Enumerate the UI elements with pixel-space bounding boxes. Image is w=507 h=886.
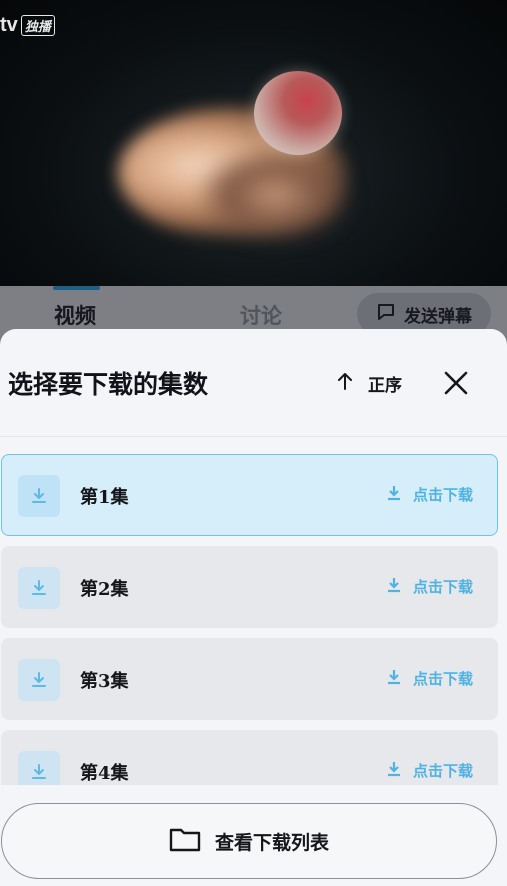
download-sheet: 选择要下载的集数 正序 第1集 点击下载 第2集 点击下载 第3集 点击下载 第…	[0, 329, 507, 886]
sort-order-label: 正序	[368, 375, 402, 396]
view-download-list-button[interactable]: 查看下载列表	[1, 803, 497, 879]
download-icon	[387, 485, 401, 505]
download-icon	[18, 475, 60, 517]
video-cloud-shadow	[200, 150, 350, 240]
sheet-title: 选择要下载的集数	[8, 370, 209, 399]
download-icon	[18, 567, 60, 609]
arrow-up-icon	[336, 371, 354, 396]
tab-video[interactable]: 视频	[54, 300, 96, 330]
tab-indicator	[53, 286, 100, 290]
download-icon	[387, 669, 401, 689]
download-icon	[18, 751, 60, 785]
sort-order-button[interactable]: 正序	[336, 369, 402, 397]
send-danmu-label: 发送弹幕	[404, 306, 472, 327]
episode-label: 第1集	[80, 487, 129, 508]
sheet-footer: 查看下载列表	[0, 785, 507, 886]
download-label: 点击下载	[412, 762, 473, 780]
sheet-header: 选择要下载的集数 正序	[0, 329, 507, 437]
view-download-list-label: 查看下载列表	[214, 831, 329, 854]
channel-watermark: tv 独播	[0, 14, 55, 37]
download-label: 点击下载	[412, 670, 473, 688]
episode-label: 第3集	[80, 671, 129, 692]
download-label: 点击下载	[412, 486, 473, 504]
folder-icon	[169, 826, 201, 857]
episode-list[interactable]: 第1集 点击下载 第2集 点击下载 第3集 点击下载 第4集 点击下载	[0, 454, 507, 785]
tab-discuss[interactable]: 讨论	[240, 300, 282, 330]
episode-label: 第2集	[80, 579, 129, 600]
chat-bubble-icon	[376, 302, 396, 327]
episode-item[interactable]: 第3集 点击下载	[1, 638, 498, 720]
episode-item[interactable]: 第2集 点击下载	[1, 546, 498, 628]
close-icon[interactable]	[442, 369, 470, 397]
episode-item[interactable]: 第4集 点击下载	[1, 730, 498, 785]
watermark-tag: 独播	[20, 15, 55, 36]
download-icon	[387, 761, 401, 781]
episode-download-button[interactable]: 点击下载	[387, 668, 473, 689]
download-label: 点击下载	[412, 578, 473, 596]
episode-label: 第4集	[80, 763, 129, 784]
download-icon	[387, 577, 401, 597]
episode-item[interactable]: 第1集 点击下载	[1, 454, 498, 536]
episode-download-button[interactable]: 点击下载	[387, 576, 473, 597]
episode-download-button[interactable]: 点击下载	[387, 760, 473, 781]
episode-download-button[interactable]: 点击下载	[387, 484, 473, 505]
download-icon	[18, 659, 60, 701]
watermark-text: tv	[0, 14, 18, 36]
video-player[interactable]: tv 独播	[0, 0, 507, 288]
video-moon	[254, 71, 342, 155]
